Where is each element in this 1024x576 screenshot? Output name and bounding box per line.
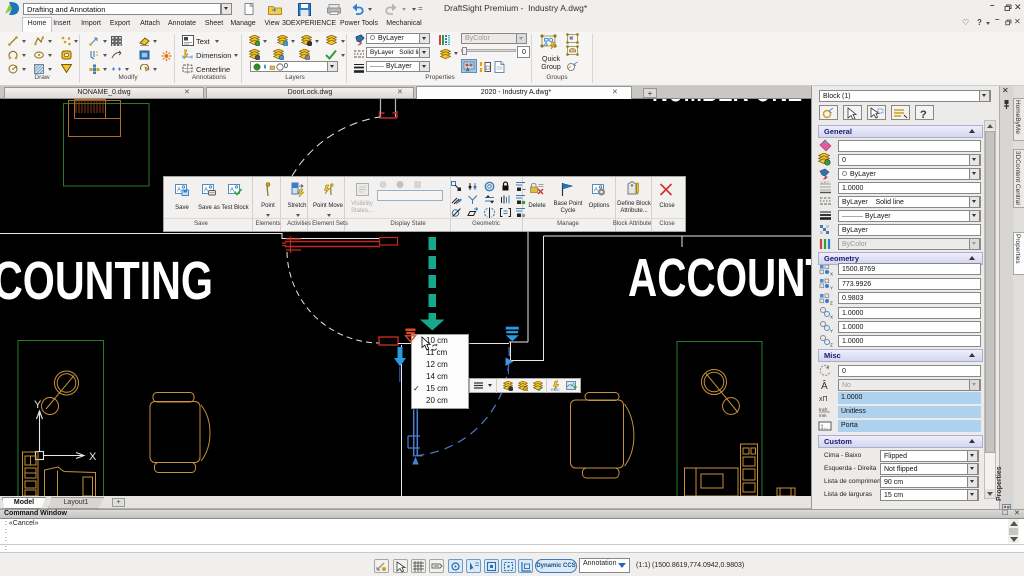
svg-text:Â: Â — [821, 379, 828, 391]
svg-text:A: A — [594, 188, 598, 194]
svg-text:Inch: Inch — [819, 407, 828, 412]
svg-text:A: A — [230, 188, 234, 194]
svg-text:Y: Y — [830, 286, 833, 291]
svg-text:xΠ: xΠ — [819, 396, 828, 403]
svg-text:X: X — [830, 315, 833, 320]
svg-text:?: ? — [920, 109, 927, 119]
svg-text:Z: Z — [830, 301, 833, 306]
svg-text:NUMBER ONE: NUMBER ONE — [652, 66, 802, 110]
svg-text:A: A — [204, 188, 208, 194]
svg-text:X: X — [830, 272, 833, 277]
svg-text:Z: Z — [830, 343, 833, 348]
svg-text:COUNTING: COUNTING — [0, 251, 213, 311]
svg-text:X: X — [89, 451, 97, 463]
svg-text:EMC: EMC — [551, 387, 560, 391]
svg-text:1 4 7: 1 4 7 — [821, 181, 829, 185]
svg-text:Y: Y — [34, 399, 42, 411]
svg-text:1...: 1... — [821, 425, 829, 431]
svg-text:Y: Y — [830, 329, 833, 334]
svg-text:mm: mm — [819, 413, 827, 418]
svg-text:A: A — [177, 188, 181, 194]
